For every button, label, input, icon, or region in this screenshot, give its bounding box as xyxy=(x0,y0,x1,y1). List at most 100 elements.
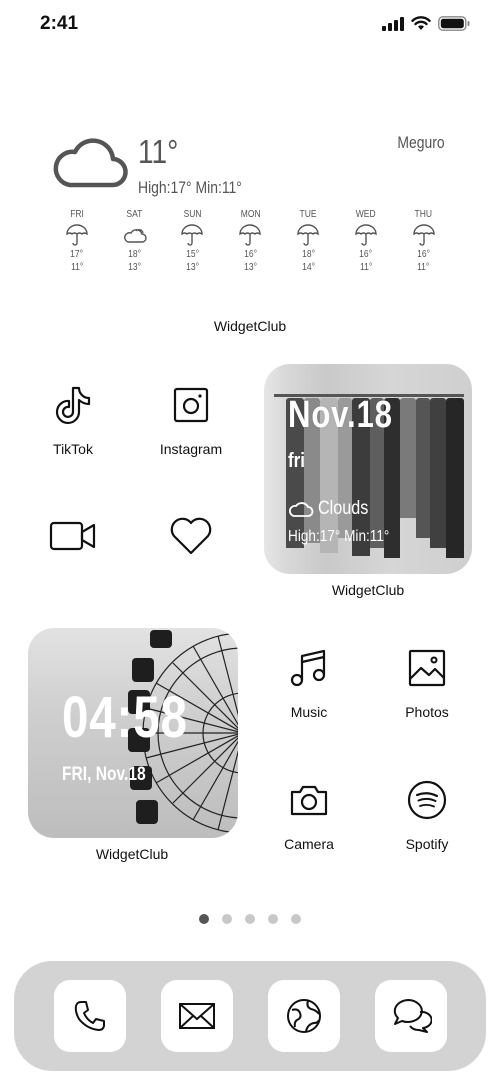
page-dot[interactable] xyxy=(268,914,278,924)
photo-garment xyxy=(400,398,416,518)
forecast-day-name: THU xyxy=(414,209,433,220)
page-dot[interactable] xyxy=(245,914,255,924)
high-low-temperature: High:17° Min:11° xyxy=(138,178,242,197)
forecast-day: THU 16° 11° xyxy=(395,209,453,274)
clock-time: 04:58 xyxy=(62,685,188,750)
app-label: Spotify xyxy=(405,836,449,852)
clothes-widget-label: WidgetClub xyxy=(331,582,405,598)
photo-garment xyxy=(446,398,464,558)
status-time: 2:41 xyxy=(40,13,79,34)
weather-widget-label: WidgetClub xyxy=(213,318,287,334)
app-music[interactable]: Music xyxy=(264,638,354,720)
widget-condition: Clouds xyxy=(288,498,377,520)
forecast-high: 15° xyxy=(186,249,199,260)
page-dot[interactable] xyxy=(291,914,301,924)
photo-icon xyxy=(408,649,446,687)
video-camera-icon xyxy=(49,521,96,551)
forecast-low: 13° xyxy=(186,262,199,273)
status-bar: 2:41 xyxy=(0,0,500,50)
forecast-low: 11° xyxy=(70,262,84,273)
forecast-day: SAT 18° 13° xyxy=(106,209,164,274)
forecast-day: TUE 18° 14° xyxy=(279,209,337,274)
forecast-day-name: FRI xyxy=(70,209,84,220)
dock-app-mail[interactable] xyxy=(161,980,233,1052)
music-note-icon xyxy=(290,649,326,687)
umbrella-icon xyxy=(181,224,204,246)
umbrella-icon xyxy=(412,224,435,246)
umbrella-icon xyxy=(66,224,88,246)
wifi-icon xyxy=(411,16,431,30)
app-photos[interactable]: Photos xyxy=(382,638,472,720)
heart-icon xyxy=(170,517,212,555)
app-label: Photos xyxy=(405,704,449,720)
app-label: Camera xyxy=(284,836,334,852)
app-label: Instagram xyxy=(159,441,223,457)
cloud-icon xyxy=(289,502,314,517)
dock-app-safari[interactable] xyxy=(268,980,340,1052)
umbrella-icon xyxy=(355,224,377,246)
battery-icon xyxy=(438,16,470,31)
forecast-high: 18° xyxy=(301,249,315,260)
forecast-day-name: TUE xyxy=(299,209,317,220)
forecast-day: SUN 15° 13° xyxy=(164,209,222,274)
dock-app-phone[interactable] xyxy=(54,980,126,1052)
messages-icon xyxy=(393,999,432,1033)
forecast-high: 16° xyxy=(359,249,373,260)
tiktok-icon xyxy=(55,386,91,424)
dock-app-messages[interactable] xyxy=(375,980,447,1052)
widget-condition-text: Clouds xyxy=(318,498,369,519)
clock-date: FRI, Nov.18 xyxy=(62,764,146,785)
location: Meguro xyxy=(397,133,445,152)
app-video[interactable] xyxy=(28,506,118,566)
umbrella-icon xyxy=(297,224,319,246)
forecast-day-name: MON xyxy=(240,209,261,220)
weather-widget[interactable]: 11° High:17° Min:11° Meguro FRI 17° 11° … xyxy=(40,125,460,295)
clock-photo-widget[interactable]: 04:58 FRI, Nov.18 xyxy=(28,628,238,838)
forecast-high: 17° xyxy=(70,249,84,260)
forecast-low: 11° xyxy=(359,262,372,273)
page-indicator[interactable] xyxy=(0,914,500,924)
date-weather-photo-widget[interactable]: Nov.18 fri Clouds High:17° Min:11° xyxy=(264,364,472,574)
forecast-day: MON 16° 13° xyxy=(221,209,279,274)
widget-day: fri xyxy=(288,450,305,472)
forecast-high: 16° xyxy=(243,249,257,260)
photo-garment xyxy=(430,398,446,548)
current-temperature: 11° xyxy=(138,133,179,170)
safari-icon xyxy=(287,999,321,1033)
forecast-day-name: SUN xyxy=(183,209,202,220)
photo-garment xyxy=(416,398,430,538)
dock xyxy=(14,961,486,1071)
instagram-icon xyxy=(173,387,209,423)
forecast-high: 18° xyxy=(128,249,142,260)
forecast-low: 14° xyxy=(301,262,315,273)
partly-cloudy-icon xyxy=(123,229,147,243)
forecast-low: 13° xyxy=(243,262,257,273)
mail-icon xyxy=(179,1003,215,1029)
clock-widget-label: WidgetClub xyxy=(95,846,169,862)
phone-icon xyxy=(74,1001,105,1031)
forecast-day-name: SAT xyxy=(126,209,143,220)
app-camera[interactable]: Camera xyxy=(264,770,354,852)
app-instagram[interactable]: Instagram xyxy=(146,375,236,457)
page-dot-active[interactable] xyxy=(199,914,209,924)
camera-icon xyxy=(290,785,328,816)
app-tiktok[interactable]: TikTok xyxy=(28,375,118,457)
forecast-day-name: WED xyxy=(355,209,376,220)
cloud-icon xyxy=(53,138,128,188)
widget-date: Nov.18 xyxy=(288,394,393,436)
forecast-low: 11° xyxy=(417,262,430,273)
forecast-row: FRI 17° 11° SAT 18° 13° SUN 15° 13° MON … xyxy=(48,209,453,274)
page-dot[interactable] xyxy=(222,914,232,924)
spotify-icon xyxy=(407,780,447,820)
app-heart[interactable] xyxy=(146,506,236,566)
app-spotify[interactable]: Spotify xyxy=(382,770,472,852)
forecast-low: 13° xyxy=(128,262,142,273)
app-label: Music xyxy=(290,704,328,720)
app-label: TikTok xyxy=(53,441,93,457)
forecast-day: WED 16° 11° xyxy=(337,209,395,274)
signal-icon xyxy=(382,16,404,31)
status-icons xyxy=(382,16,470,31)
forecast-day: FRI 17° 11° xyxy=(48,209,106,274)
umbrella-icon xyxy=(239,224,261,246)
forecast-high: 16° xyxy=(417,249,431,260)
